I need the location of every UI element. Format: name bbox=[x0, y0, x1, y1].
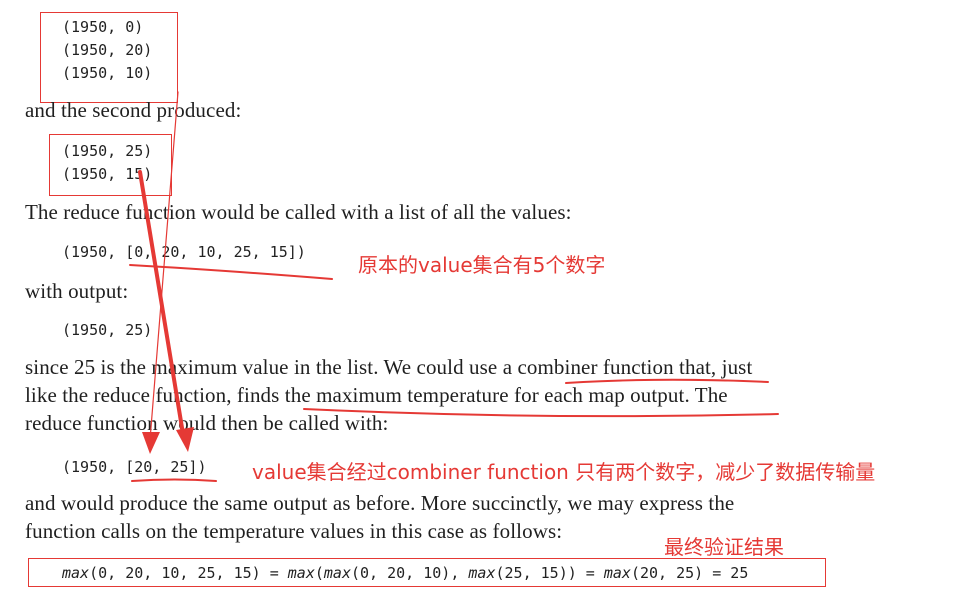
formula-fn: max bbox=[287, 564, 315, 582]
code-line-map1-2: (1950, 20) bbox=[62, 41, 153, 59]
formula-part: (0, 20, 10, 25, 15) = bbox=[89, 564, 288, 582]
formula-part: (25, 15)) = bbox=[495, 564, 604, 582]
formula-part: ( bbox=[314, 564, 324, 582]
code-line-map2-2: (1950, 15) bbox=[62, 165, 153, 183]
underline-combined bbox=[131, 478, 217, 482]
conclusion-line-2: function calls on the temperature values… bbox=[25, 519, 563, 543]
formula-fn: max bbox=[323, 564, 351, 582]
text-reduce-called: The reduce function would be called with… bbox=[25, 200, 572, 224]
formula-part: (0, 20, 10), bbox=[351, 564, 469, 582]
note-combiner: value集合经过combiner function 只有两个数字，减少了数据传… bbox=[252, 460, 876, 484]
code-combined: (1950, [20, 25]) bbox=[62, 458, 207, 476]
code-line-map1-3: (1950, 10) bbox=[62, 64, 153, 82]
formula-fn: max bbox=[603, 564, 631, 582]
formula-fn: max bbox=[62, 564, 90, 582]
text-with-output: with output: bbox=[25, 279, 129, 303]
paragraph-line-2: like the reduce function, finds the maxi… bbox=[25, 383, 728, 407]
paragraph-line-3: reduce function would then be called wit… bbox=[25, 411, 389, 435]
formula-fn: max bbox=[468, 564, 496, 582]
code-line-map1-1: (1950, 0) bbox=[62, 18, 144, 36]
paragraph-line-1: since 25 is the maximum value in the lis… bbox=[25, 355, 753, 379]
formula-max: max(0, 20, 10, 25, 15) = max(max(0, 20, … bbox=[62, 564, 748, 582]
text-second-produced: and the second produced: bbox=[25, 98, 242, 122]
note-original-values: 原本的value集合有5个数字 bbox=[358, 253, 606, 277]
code-line-map2-1: (1950, 25) bbox=[62, 142, 153, 160]
conclusion-line-1: and would produce the same output as bef… bbox=[25, 491, 735, 515]
code-all-values: (1950, [0, 20, 10, 25, 15]) bbox=[62, 243, 306, 261]
note-final-verification: 最终验证结果 bbox=[664, 535, 784, 559]
underline-values bbox=[129, 264, 333, 280]
formula-part: (20, 25) = 25 bbox=[630, 564, 749, 582]
code-output: (1950, 25) bbox=[62, 321, 153, 339]
